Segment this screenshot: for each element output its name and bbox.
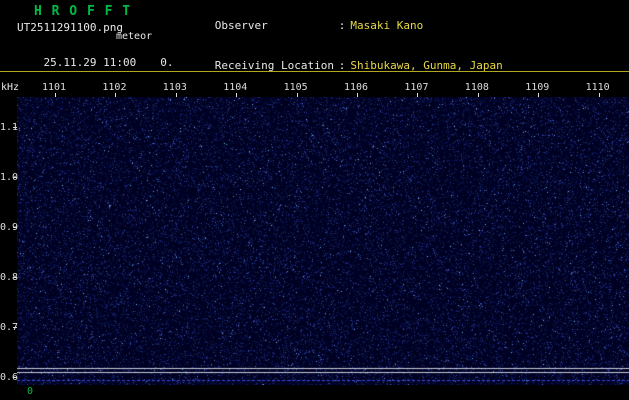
y-tick-label: 0.8 xyxy=(0,272,14,283)
info-row: Observer: Masaki Kano xyxy=(175,5,556,46)
info-row: Receiving Location: Shibukawa, Gunma, Jap… xyxy=(175,46,556,87)
header-separator-line xyxy=(0,71,629,72)
y-tick-mark xyxy=(13,277,17,278)
info-label: Observer xyxy=(215,19,339,33)
x-tick-label: 1102 xyxy=(102,82,126,93)
x-tick-label: 1110 xyxy=(586,82,610,93)
x-tick-label: 1107 xyxy=(404,82,428,93)
app-title: H R O F F T xyxy=(34,4,131,19)
x-tick-label: 1104 xyxy=(223,82,247,93)
origin-label: 0 xyxy=(27,386,33,397)
x-tick-label: 1101 xyxy=(42,82,66,93)
y-tick-label: 1.0 xyxy=(0,172,14,183)
datetime-row: 25.11.29 11:00 0. xyxy=(17,43,173,82)
y-tick-label: 1.1 xyxy=(0,122,14,133)
info-value: Masaki Kano xyxy=(350,19,423,32)
frequency-unit-label: kHz xyxy=(1,82,19,93)
echo-count-label: 0. xyxy=(160,56,173,69)
x-tick-label: 1106 xyxy=(344,82,368,93)
y-tick-mark xyxy=(13,327,17,328)
x-tick-label: 1108 xyxy=(465,82,489,93)
spectrogram-canvas xyxy=(17,97,629,385)
mode-label: meteor xyxy=(116,31,152,42)
y-tick-label: 0.9 xyxy=(0,222,14,233)
x-tick-label: 1105 xyxy=(284,82,308,93)
y-tick-label: 0.6 xyxy=(0,372,14,383)
y-tick-mark xyxy=(13,127,17,128)
y-tick-mark xyxy=(13,227,17,228)
x-tick-label: 1103 xyxy=(163,82,187,93)
datetime-label: 25.11.29 11:00 xyxy=(44,56,137,69)
y-tick-mark xyxy=(13,377,17,378)
y-tick-label: 0.7 xyxy=(0,322,14,333)
info-separator: : xyxy=(339,19,346,33)
y-tick-mark xyxy=(13,177,17,178)
filename-label: UT2511291100.png xyxy=(17,21,123,34)
hrofft-screen: H R O F F T UT2511291100.png meteor 25.1… xyxy=(0,0,629,400)
x-tick-label: 1109 xyxy=(525,82,549,93)
